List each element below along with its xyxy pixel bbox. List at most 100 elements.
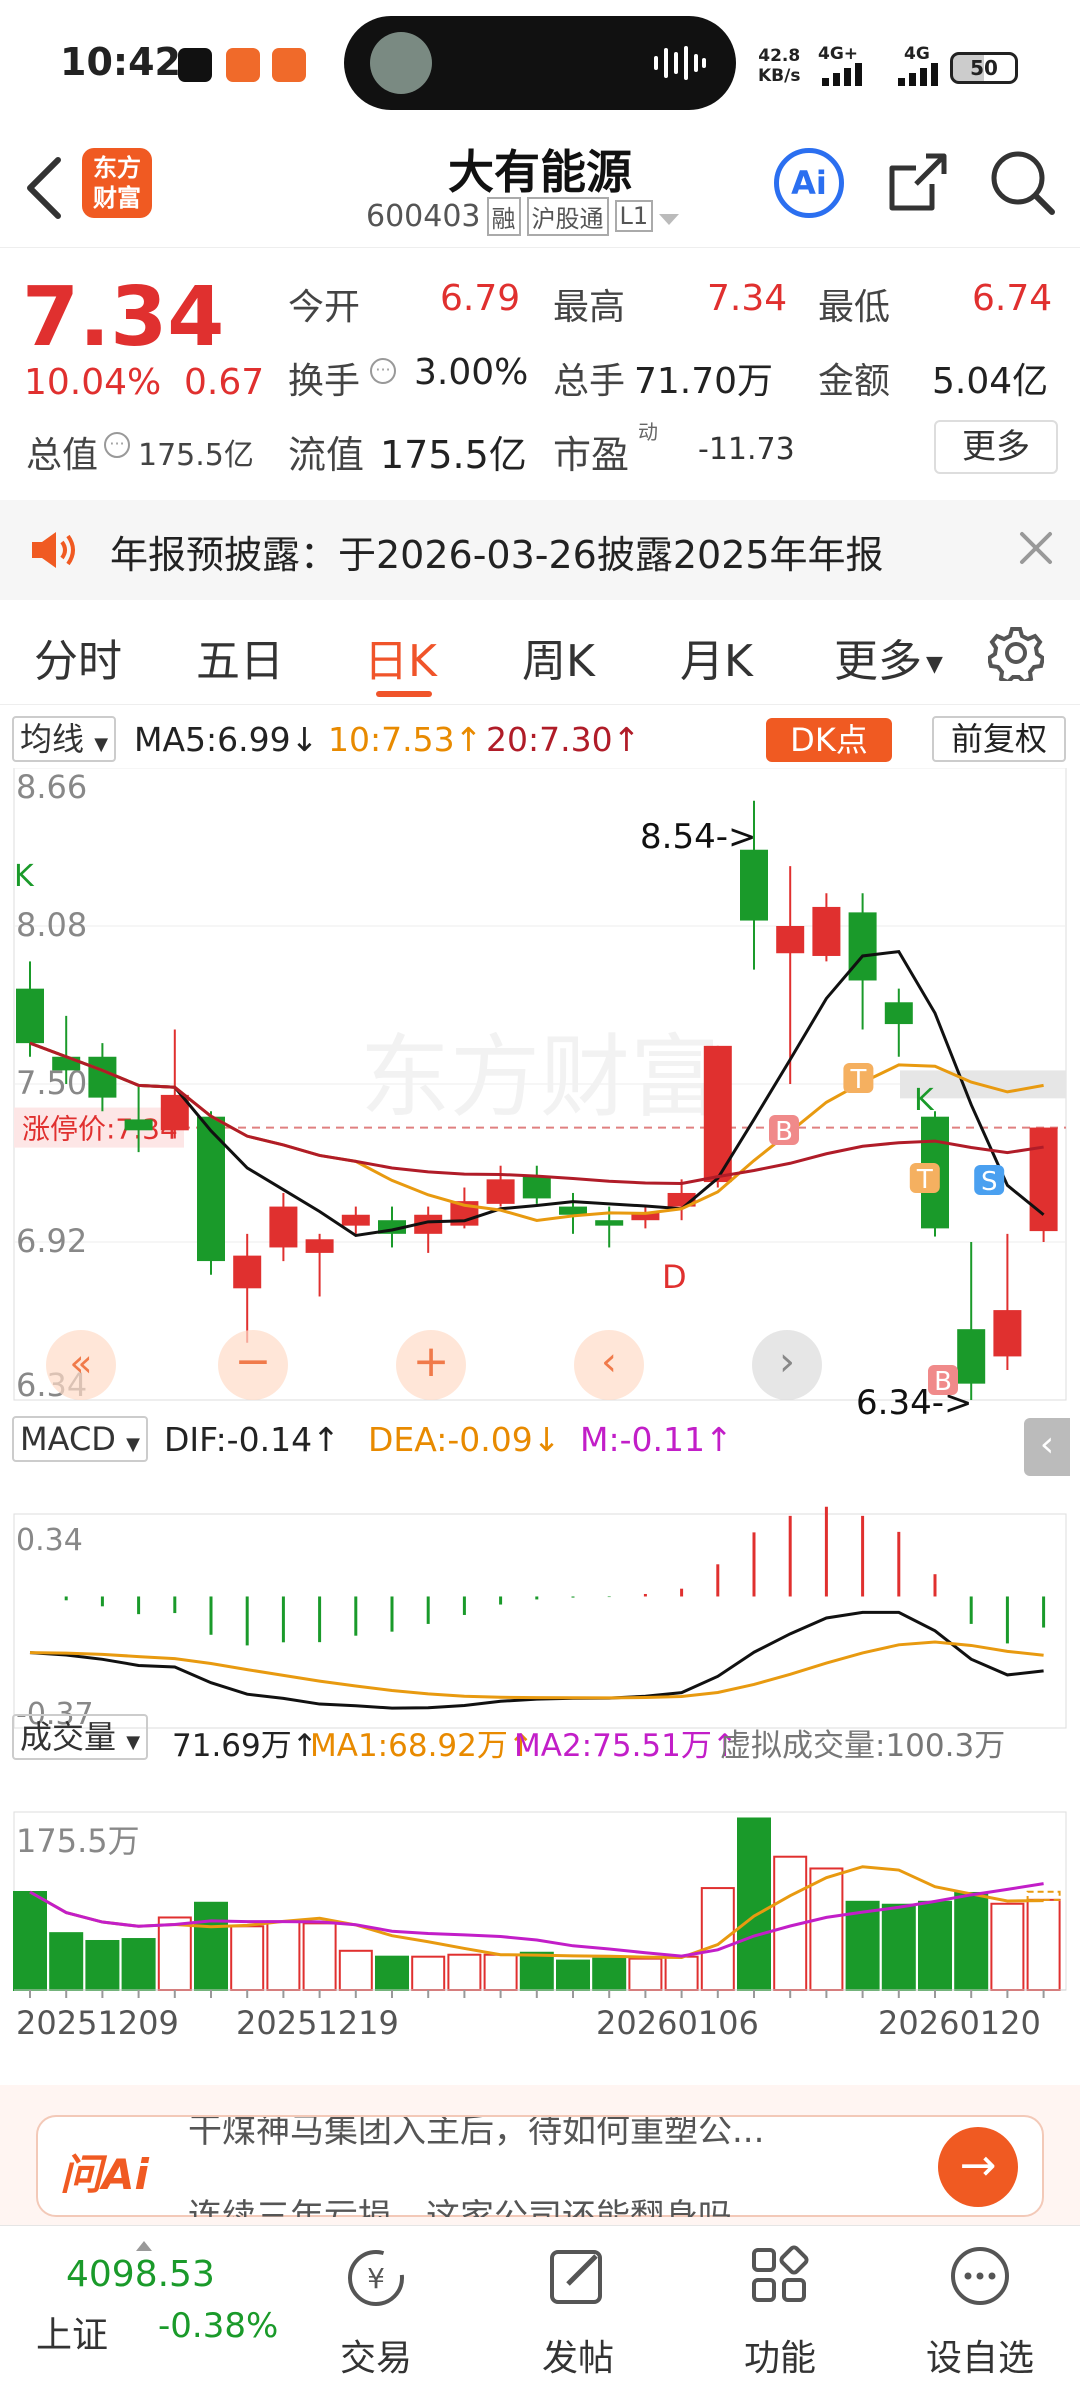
candle-body: [812, 906, 841, 956]
ma5-value: MA5:6.99↓: [134, 720, 318, 759]
signal-icon: [820, 62, 872, 90]
volume-bar: [157, 1916, 192, 1992]
mktcap-value: 175.5亿: [138, 438, 254, 473]
arrow-right-icon[interactable]: →: [938, 2127, 1018, 2207]
float-value: 175.5亿: [380, 433, 527, 477]
buy-marker: B: [775, 1117, 793, 1147]
open-value: 6.79: [440, 278, 521, 319]
share-icon[interactable]: [886, 150, 950, 220]
nav-trade[interactable]: ¥ 交易: [296, 2226, 456, 2401]
nav-post[interactable]: 发帖: [498, 2226, 658, 2401]
ai-label: Ai: [791, 164, 827, 202]
ai-button[interactable]: Ai: [774, 148, 844, 218]
turnover-value: 3.00%: [414, 352, 529, 393]
candle-body: [88, 1056, 117, 1098]
tab-five-day[interactable]: 五日: [196, 625, 284, 689]
candle-body: [269, 1206, 298, 1248]
volume-selector-label: 成交量: [20, 1718, 117, 1756]
nav-features[interactable]: 功能: [700, 2226, 860, 2401]
candle-body: [124, 1119, 153, 1131]
tab-more[interactable]: 更多 ▼: [834, 625, 943, 689]
tab-weekly-k[interactable]: 周K: [522, 625, 595, 689]
arrow-up-icon: ↑: [612, 720, 641, 759]
more-button[interactable]: 更多: [934, 420, 1058, 474]
connect-tag: 沪股通: [526, 196, 609, 236]
scroll-left-fast-icon[interactable]: «: [46, 1330, 116, 1400]
index-value[interactable]: 4098.53: [66, 2254, 215, 2295]
current-price: 7.34: [22, 270, 225, 365]
info-icon[interactable]: ···: [104, 432, 130, 458]
candle-body: [522, 1176, 551, 1199]
open-label: 今开: [288, 287, 361, 328]
kline-chart-area: 均线 ▼ MA5:6.99↓ 10:7.53↑ 20:7.30↑ DK点 前复权…: [0, 710, 1080, 2090]
volume-bar: [556, 1959, 590, 1991]
candle-body: [993, 1310, 1022, 1357]
candle-body: [486, 1179, 515, 1204]
dk-point-button[interactable]: DK点: [766, 718, 892, 762]
signal-label: 4G+: [818, 44, 859, 64]
zoom-out-icon[interactable]: −: [218, 1330, 288, 1400]
zoom-in-icon[interactable]: +: [396, 1330, 466, 1400]
amount-value: 5.04亿: [932, 361, 1049, 402]
quote-panel: 7.34 10.04% 0.67 总值 ··· 175.5亿 今开 6.79 最…: [0, 250, 1080, 496]
ai-topic-line: 连续三年亏损，这家公司还能翻身吗: [188, 2197, 732, 2217]
ask-ai-panel: 问Ai 干煤神马集团入主后，待如何重塑公... 连续三年亏损，这家公司还能翻身吗…: [0, 2085, 1080, 2225]
ai-topic-ticker: 干煤神马集团入主后，待如何重塑公... 连续三年亏损，这家公司还能翻身吗: [188, 2117, 928, 2217]
ma10-text: 10:7.53: [328, 720, 455, 759]
volume-bar: [13, 1890, 47, 1991]
index-name: 上证: [36, 2315, 109, 2356]
volume-bar: [954, 1891, 989, 1992]
chevron-down-icon: ▼: [94, 734, 109, 755]
amount-label: 金额: [818, 361, 891, 402]
collapse-panel-icon[interactable]: ‹: [1024, 1418, 1070, 1476]
period-tabs: 分时 五日 日K 周K 月K 更多 ▼: [0, 605, 1080, 705]
macd-selector[interactable]: MACD ▼: [12, 1416, 148, 1462]
watermark-text: 东方财富: [360, 1025, 720, 1130]
ask-ai-box[interactable]: 问Ai 干煤神马集团入主后，待如何重塑公... 连续三年亏损，这家公司还能翻身吗…: [36, 2115, 1044, 2217]
arrow-up-icon: ↑: [454, 720, 483, 759]
high-label: 最高: [553, 287, 626, 328]
index-change: -0.38%: [158, 2306, 279, 2346]
scroll-right-icon[interactable]: ›: [752, 1330, 822, 1400]
battery-icon: 50: [950, 52, 1018, 84]
volume-bar: [483, 1953, 518, 1991]
triangle-up-icon: [136, 2236, 152, 2255]
candle-body: [776, 926, 805, 954]
speaker-icon: [30, 530, 84, 574]
candle-body: [305, 1239, 334, 1253]
tab-daily-k[interactable]: 日K: [364, 625, 437, 689]
volume-bar: [194, 1901, 228, 1991]
close-icon[interactable]: [1018, 530, 1054, 570]
volume-bar: [881, 1903, 916, 1991]
nav-add-watchlist[interactable]: 设自选: [900, 2226, 1060, 2401]
signal-icon: [896, 62, 948, 90]
x-axis-date: 20251219: [236, 2004, 399, 2042]
dif-value: DIF:-0.14↑: [164, 1420, 340, 1459]
tab-intraday[interactable]: 分时: [34, 625, 122, 689]
scroll-left-icon[interactable]: ‹: [574, 1330, 644, 1400]
k-marker: K: [14, 859, 35, 894]
stock-code-row[interactable]: 600403 融 沪股通 L1: [366, 196, 680, 236]
volume-label: 总手: [553, 361, 626, 402]
trade-icon: ¥: [344, 2246, 408, 2314]
volume-bar: [375, 1955, 409, 1992]
search-icon[interactable]: [988, 148, 1058, 222]
macd-panel-frame: [13, 1513, 1067, 1729]
tab-monthly-k[interactable]: 月K: [680, 625, 753, 689]
volume-bar: [737, 1817, 771, 1991]
candle-body: [595, 1220, 624, 1226]
volume-bar: [592, 1957, 627, 1992]
ma-selector[interactable]: 均线 ▼: [12, 716, 117, 762]
notice-banner[interactable]: 年报预披露：于2026-03-26披露2025年年报: [0, 500, 1080, 600]
adjust-button[interactable]: 前复权: [932, 716, 1066, 762]
settings-icon[interactable]: [986, 625, 1046, 685]
nav-label: 交易: [339, 2338, 412, 2379]
candle-body: [740, 849, 768, 921]
arrow-up-icon: ↑: [312, 1420, 340, 1459]
vol-ma1-text: MA1:68.92万: [310, 1728, 508, 1764]
volume-selector[interactable]: 成交量 ▼: [12, 1714, 149, 1760]
ma20-text: 20:7.30: [486, 720, 613, 759]
dynamic-island: [344, 16, 736, 110]
info-icon[interactable]: ···: [370, 358, 396, 384]
apps-icon: [748, 2244, 812, 2312]
